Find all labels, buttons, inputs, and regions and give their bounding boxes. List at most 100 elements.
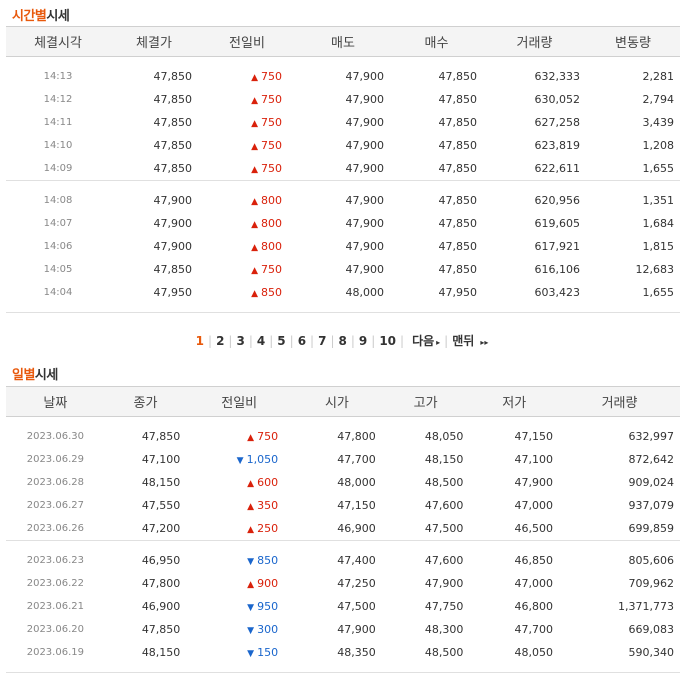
value-cell: 937,079: [628, 499, 675, 512]
time-table-row: 14:13 47,850 ▲ 750 47,900 47,850 632,333 2,281: [6, 65, 680, 88]
triangle-up-icon: ▲: [251, 165, 258, 175]
value-cell: 1,684: [642, 217, 675, 230]
double-caret-right-icon: ▸▸: [480, 338, 489, 347]
value-cell: 47,500: [337, 600, 376, 613]
change-cell: ▲ 750: [198, 111, 296, 134]
page-link[interactable]: 2: [212, 334, 228, 348]
change-value: 150: [257, 646, 279, 659]
date-cell: 2023.06.27: [26, 500, 84, 511]
daily-price-table: 날짜 종가 전일비 시가 고가 저가 거래량 2023.06.30 47,850 ▲ 750 47,…: [6, 386, 680, 673]
daily-table-row: 2023.06.30 47,850 ▲ 750 47,800 48,050 47,150 63…: [6, 425, 680, 448]
pager-divider: |: [400, 334, 405, 348]
value-cell: 47,850: [153, 162, 193, 175]
triangle-up-icon: ▲: [247, 502, 255, 512]
change-cell: ▲ 900: [186, 572, 292, 595]
daily-table-row: 2023.06.22 47,800 ▲ 900 47,250 47,900 47,000 70…: [6, 572, 680, 595]
value-cell: 48,000: [337, 476, 376, 489]
value-cell: 1,351: [642, 194, 675, 207]
daily-col-header: 저가: [469, 386, 560, 417]
value-cell: 47,850: [153, 139, 193, 152]
value-cell: 48,150: [141, 476, 181, 489]
change-cell: ▼ 1,050: [186, 448, 292, 471]
change-cell: ▲ 800: [198, 189, 296, 212]
value-cell: 1,655: [642, 286, 675, 299]
value-cell: 46,900: [337, 522, 376, 535]
page-link[interactable]: 7: [314, 334, 330, 348]
row-spacer: [6, 664, 680, 673]
value-cell: 1,655: [642, 162, 675, 175]
page-link[interactable]: 10: [375, 334, 400, 348]
value-cell: 627,258: [534, 116, 581, 129]
time-cell: 14:09: [43, 163, 73, 174]
value-cell: 46,800: [514, 600, 554, 613]
page-link[interactable]: 4: [253, 334, 269, 348]
row-spacer: [6, 57, 680, 66]
value-cell: 805,606: [628, 554, 675, 567]
daily-table-row: 2023.06.26 47,200 ▲ 250 46,900 47,500 46,500 69…: [6, 517, 680, 541]
value-cell: 46,900: [141, 600, 181, 613]
last-page-link[interactable]: 맨뒤 ▸▸: [448, 332, 492, 349]
value-cell: 47,850: [438, 194, 478, 207]
value-cell: 47,100: [514, 453, 554, 466]
time-cell: 14:04: [43, 287, 73, 298]
daily-table-row: 2023.06.23 46,950 ▼ 850 47,400 47,600 46,850 80…: [6, 549, 680, 572]
change-cell: ▲ 750: [198, 258, 296, 281]
value-cell: 48,500: [424, 646, 464, 659]
page-link[interactable]: 8: [335, 334, 351, 348]
value-cell: 47,950: [153, 286, 193, 299]
value-cell: 48,350: [337, 646, 376, 659]
page-link[interactable]: 9: [355, 334, 371, 348]
time-table-row: 14:06 47,900 ▲ 800 47,900 47,850 617,921 1,815: [6, 235, 680, 258]
value-cell: 47,200: [141, 522, 181, 535]
value-cell: 617,921: [534, 240, 581, 253]
change-value: 750: [261, 263, 282, 276]
change-cell: ▲ 800: [198, 235, 296, 258]
change-value: 750: [261, 139, 282, 152]
value-cell: 2,281: [642, 70, 675, 83]
value-cell: 590,340: [628, 646, 675, 659]
value-cell: 47,850: [153, 263, 193, 276]
date-cell: 2023.06.29: [26, 454, 84, 465]
page-link[interactable]: 1: [192, 334, 208, 348]
value-cell: 47,850: [438, 70, 478, 83]
daily-table-row: 2023.06.21 46,900 ▼ 950 47,500 47,750 46,800 1,…: [6, 595, 680, 618]
page-link[interactable]: 6: [294, 334, 310, 348]
value-cell: 47,900: [345, 93, 385, 106]
change-value: 350: [257, 499, 279, 512]
change-cell: ▲ 750: [198, 134, 296, 157]
change-value: 300: [257, 623, 279, 636]
change-value: 600: [257, 476, 279, 489]
value-cell: 47,900: [345, 116, 385, 129]
page-link[interactable]: 5: [273, 334, 289, 348]
change-cell: ▲ 750: [186, 425, 292, 448]
time-section-title: 시간별시세: [12, 5, 70, 24]
next-page-link[interactable]: 다음 ▸: [408, 332, 444, 349]
change-cell: ▲ 800: [198, 212, 296, 235]
daily-col-header: 전일비: [186, 386, 293, 417]
value-cell: 47,800: [141, 577, 181, 590]
triangle-up-icon: ▲: [251, 266, 258, 276]
time-cell: 14:12: [43, 94, 73, 105]
date-cell: 2023.06.22: [26, 578, 84, 589]
triangle-down-icon: ▼: [247, 557, 255, 567]
time-cell: 14:06: [43, 241, 73, 252]
time-table-row: 14:07 47,900 ▲ 800 47,900 47,850 619,605 1,684: [6, 212, 680, 235]
daily-title-highlight: 일별: [12, 368, 35, 383]
value-cell: 47,900: [337, 623, 376, 636]
time-table-row: 14:10 47,850 ▲ 750 47,900 47,850 623,819 1,208: [6, 134, 680, 157]
value-cell: 632,333: [534, 70, 581, 83]
value-cell: 47,850: [438, 263, 478, 276]
triangle-down-icon: ▼: [247, 649, 255, 659]
value-cell: 47,900: [345, 162, 385, 175]
value-cell: 47,850: [153, 93, 193, 106]
time-col-header: 매도: [296, 26, 390, 57]
value-cell: 47,800: [337, 430, 376, 443]
time-cell: 14:10: [43, 140, 73, 151]
triangle-up-icon: ▲: [247, 479, 255, 489]
value-cell: 622,611: [534, 162, 581, 175]
change-value: 900: [257, 577, 279, 590]
value-cell: 12,683: [635, 263, 675, 276]
value-cell: 632,997: [628, 430, 675, 443]
time-cell: 14:05: [43, 264, 73, 275]
page-link[interactable]: 3: [232, 334, 248, 348]
